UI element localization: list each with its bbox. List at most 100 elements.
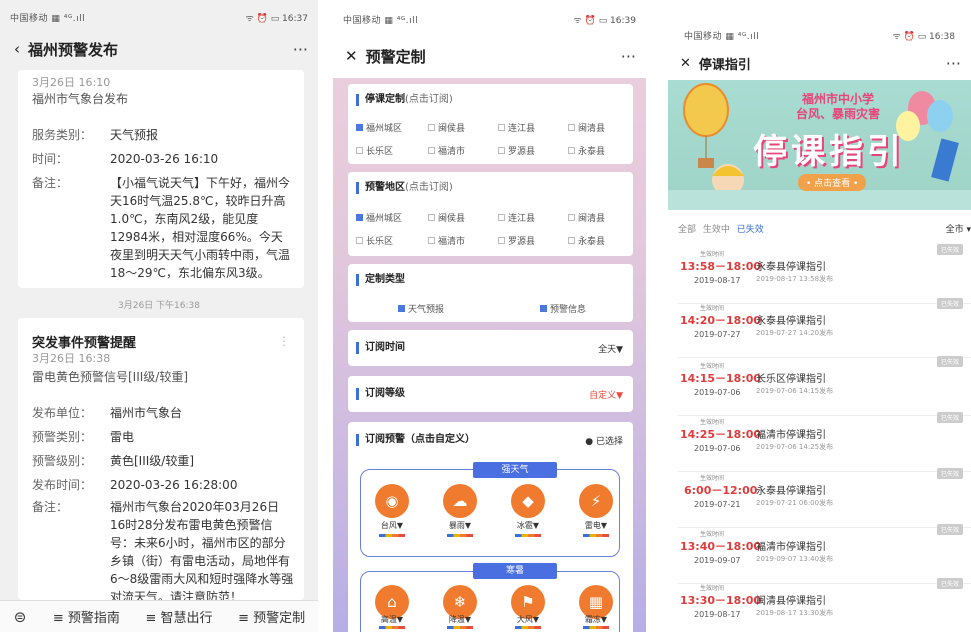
status-badge: 已失效 xyxy=(936,298,963,309)
level-dots xyxy=(515,626,541,629)
view-button[interactable]: • 点击查看 • xyxy=(798,174,867,191)
checkbox-warning-info[interactable]: 预警信息 xyxy=(540,302,586,315)
subscribe-time-section[interactable]: 订阅时间 全天▼ xyxy=(348,330,633,366)
back-icon[interactable]: ‹ xyxy=(14,40,20,58)
frost-label[interactable]: 霜冻▼ xyxy=(576,614,616,625)
checkbox-district[interactable]: 闽清县 xyxy=(568,211,605,224)
section-title: 预警地区(点击订阅) xyxy=(356,182,453,194)
info-row: 服务类别： 天气预报 xyxy=(32,128,159,142)
list-item[interactable]: 生效时间 14:15－18:00 2019-07-06 长乐区停课指引 2019… xyxy=(668,356,971,416)
warning-area-section: 预警地区(点击订阅) 福州城区 闽侯县 连江县 闽清县 长乐区 福清市 罗源县 … xyxy=(348,172,633,256)
thunder-label[interactable]: 雷电▼ xyxy=(576,520,616,531)
checkbox-district[interactable]: 福州城区 xyxy=(356,211,402,224)
list-item[interactable]: 生效时间 13:30－18:00 2019-08-17 闽清县停课指引 2019… xyxy=(668,578,971,632)
card-title: 突发事件预警提醒 xyxy=(32,336,137,351)
level-dots xyxy=(379,626,405,629)
close-icon[interactable]: ✕ xyxy=(345,47,358,65)
typhoon-icon[interactable]: ◉ xyxy=(375,484,409,518)
info-row: 预警级别： 黄色[III级/较重] xyxy=(32,454,195,468)
status-right: ᯤ ⏰ ▭ 16:38 xyxy=(892,31,955,42)
checkbox-weather-forecast[interactable]: 天气预报 xyxy=(398,302,444,315)
section-title: 订阅预警（点击自定义） xyxy=(356,434,475,446)
checkbox-district[interactable]: 罗源县 xyxy=(498,144,535,157)
status-badge: 已失效 xyxy=(936,356,963,367)
checkbox-district[interactable]: 闽侯县 xyxy=(428,121,465,134)
rainstorm-label[interactable]: 暴雨▼ xyxy=(440,520,480,531)
checkbox-district[interactable]: 连江县 xyxy=(498,121,535,134)
subscribe-level-select[interactable]: 自定义▼ xyxy=(589,388,623,401)
filter-all[interactable]: 全部 xyxy=(678,225,696,235)
custom-type-section: 定制类型 天气预报 预警信息 xyxy=(348,264,633,322)
list-item[interactable]: 生效时间 13:58－18:00 2019-08-17 永泰县停课指引 2019… xyxy=(668,244,971,304)
checkbox-district[interactable]: 永泰县 xyxy=(568,234,605,247)
rainstorm-icon[interactable]: ☁ xyxy=(443,484,477,518)
emergency-alert-card[interactable]: 突发事件预警提醒 ⋮ 3月26日 16:38 雷电黄色预警信号[III级/较重]… xyxy=(18,318,304,604)
close-icon[interactable]: ✕ xyxy=(680,56,691,71)
hail-label[interactable]: 冰雹▼ xyxy=(508,520,548,531)
list-item[interactable]: 生效时间 14:20－18:00 2019-07-27 永泰县停课指引 2019… xyxy=(668,298,971,358)
thunder-icon[interactable]: ⚡ xyxy=(579,484,613,518)
page-title: 预警定制 xyxy=(365,47,426,66)
menu-warning-guide[interactable]: ≡ 预警指南 xyxy=(40,607,133,626)
info-row: 发布单位： 福州市气象台 xyxy=(32,406,183,420)
wind-label[interactable]: 大风▼ xyxy=(508,614,548,625)
card-source: 福州市气象台发布 xyxy=(32,92,129,106)
more-icon[interactable]: ··· xyxy=(293,40,308,59)
keyboard-icon[interactable]: ⊜ xyxy=(0,608,40,626)
section-title: 订阅时间 xyxy=(356,342,405,354)
page-title: 停课指引 xyxy=(698,57,751,73)
section-title: 订阅等级 xyxy=(356,388,405,400)
filter-expired[interactable]: 已失效 xyxy=(737,225,764,235)
checkbox-district[interactable]: 闽侯县 xyxy=(428,211,465,224)
info-row: 预警类别： 雷电 xyxy=(32,430,135,444)
status-badge: 已失效 xyxy=(936,468,963,479)
subscribe-level-section[interactable]: 订阅等级 自定义▼ xyxy=(348,376,633,412)
status-badge: 已失效 xyxy=(936,412,963,423)
nav-bar: ✕ 停课指引 ··· xyxy=(668,52,971,74)
guide-banner[interactable]: 福州市中小学 台风、暴雨灾害 停课指引 • 点击查看 • xyxy=(668,80,971,210)
typhoon-label[interactable]: 台风▼ xyxy=(372,520,412,531)
status-left: 中国移动 ▦ ⁴ᴳ.ıll xyxy=(10,13,86,24)
filter-active[interactable]: 生效中 xyxy=(703,225,730,235)
status-bar: 中国移动 ▦ ⁴ᴳ.ıll ᯤ ⏰ ▭ 16:37 xyxy=(0,6,318,28)
weather-forecast-card[interactable]: 3月26日 16:10 福州市气象台发布 服务类别： 天气预报 时间： 2020-0… xyxy=(18,70,304,288)
status-right: ᯤ ⏰ ▭ 16:39 xyxy=(573,15,636,26)
section-title: 停课定制(点击订阅) xyxy=(356,94,453,106)
list-item[interactable]: 生效时间 6:00－12:00 2019-07-21 永泰县停课指引 2019-… xyxy=(668,468,971,528)
kebab-icon[interactable]: ⋮ xyxy=(278,334,290,348)
banner-title: 停课指引 xyxy=(753,132,905,172)
banner-subtitle: 福州市中小学 台风、暴雨灾害 xyxy=(795,92,880,121)
level-dots xyxy=(447,626,473,629)
list-item[interactable]: 生效时间 13:40－18:00 2019-09-07 福清市停课指引 2019… xyxy=(668,524,971,584)
status-right: ᯤ ⏰ ▭ 16:37 xyxy=(245,13,308,24)
checkbox-district[interactable]: 长乐区 xyxy=(356,144,393,157)
checkbox-district[interactable]: 连江县 xyxy=(498,211,535,224)
menu-warning-custom[interactable]: ≡ 预警定制 xyxy=(225,607,318,626)
high-temp-label[interactable]: 高温▼ xyxy=(372,614,412,625)
checkbox-district[interactable]: 罗源县 xyxy=(498,234,535,247)
checkbox-district[interactable]: 福清市 xyxy=(428,144,465,157)
card-time: 3月26日 16:10 xyxy=(32,76,111,89)
level-dots xyxy=(583,534,609,537)
more-icon[interactable]: ··· xyxy=(946,54,961,73)
section-title: 定制类型 xyxy=(356,274,405,286)
checkbox-district[interactable]: 永泰县 xyxy=(568,144,605,157)
status-badge: 已失效 xyxy=(936,244,963,255)
status-left: 中国移动 ▦ ⁴ᴳ.ıll xyxy=(343,15,419,26)
list-item[interactable]: 生效时间 14:25－18:00 2019-07-06 福清市停课指引 2019… xyxy=(668,412,971,472)
menu-smart-travel[interactable]: ≡ 智慧出行 xyxy=(133,607,226,626)
subscribe-time-select[interactable]: 全天▼ xyxy=(598,342,623,355)
hail-icon[interactable]: ◆ xyxy=(511,484,545,518)
bottom-menu: ⊜ ≡ 预警指南 ≡ 智慧出行 ≡ 预警定制 xyxy=(0,600,318,632)
status-left: 中国移动 ▦ ⁴ᴳ.ıll xyxy=(684,31,760,42)
more-icon[interactable]: ··· xyxy=(621,47,636,66)
checkbox-district[interactable]: 福州城区 xyxy=(356,121,402,134)
phone-class-guide: 中国移动 ▦ ⁴ᴳ.ıll ᯤ ⏰ ▭ 16:38 ✕ 停课指引 ··· 福州市… xyxy=(668,0,971,632)
cooling-label[interactable]: 降温▼ xyxy=(440,614,480,625)
checkbox-district[interactable]: 闽清县 xyxy=(568,121,605,134)
region-select[interactable]: 全市 ▾ xyxy=(946,222,971,235)
level-dots xyxy=(379,534,405,537)
status-badge: 已失效 xyxy=(936,578,963,589)
checkbox-district[interactable]: 长乐区 xyxy=(356,234,393,247)
checkbox-district[interactable]: 福清市 xyxy=(428,234,465,247)
